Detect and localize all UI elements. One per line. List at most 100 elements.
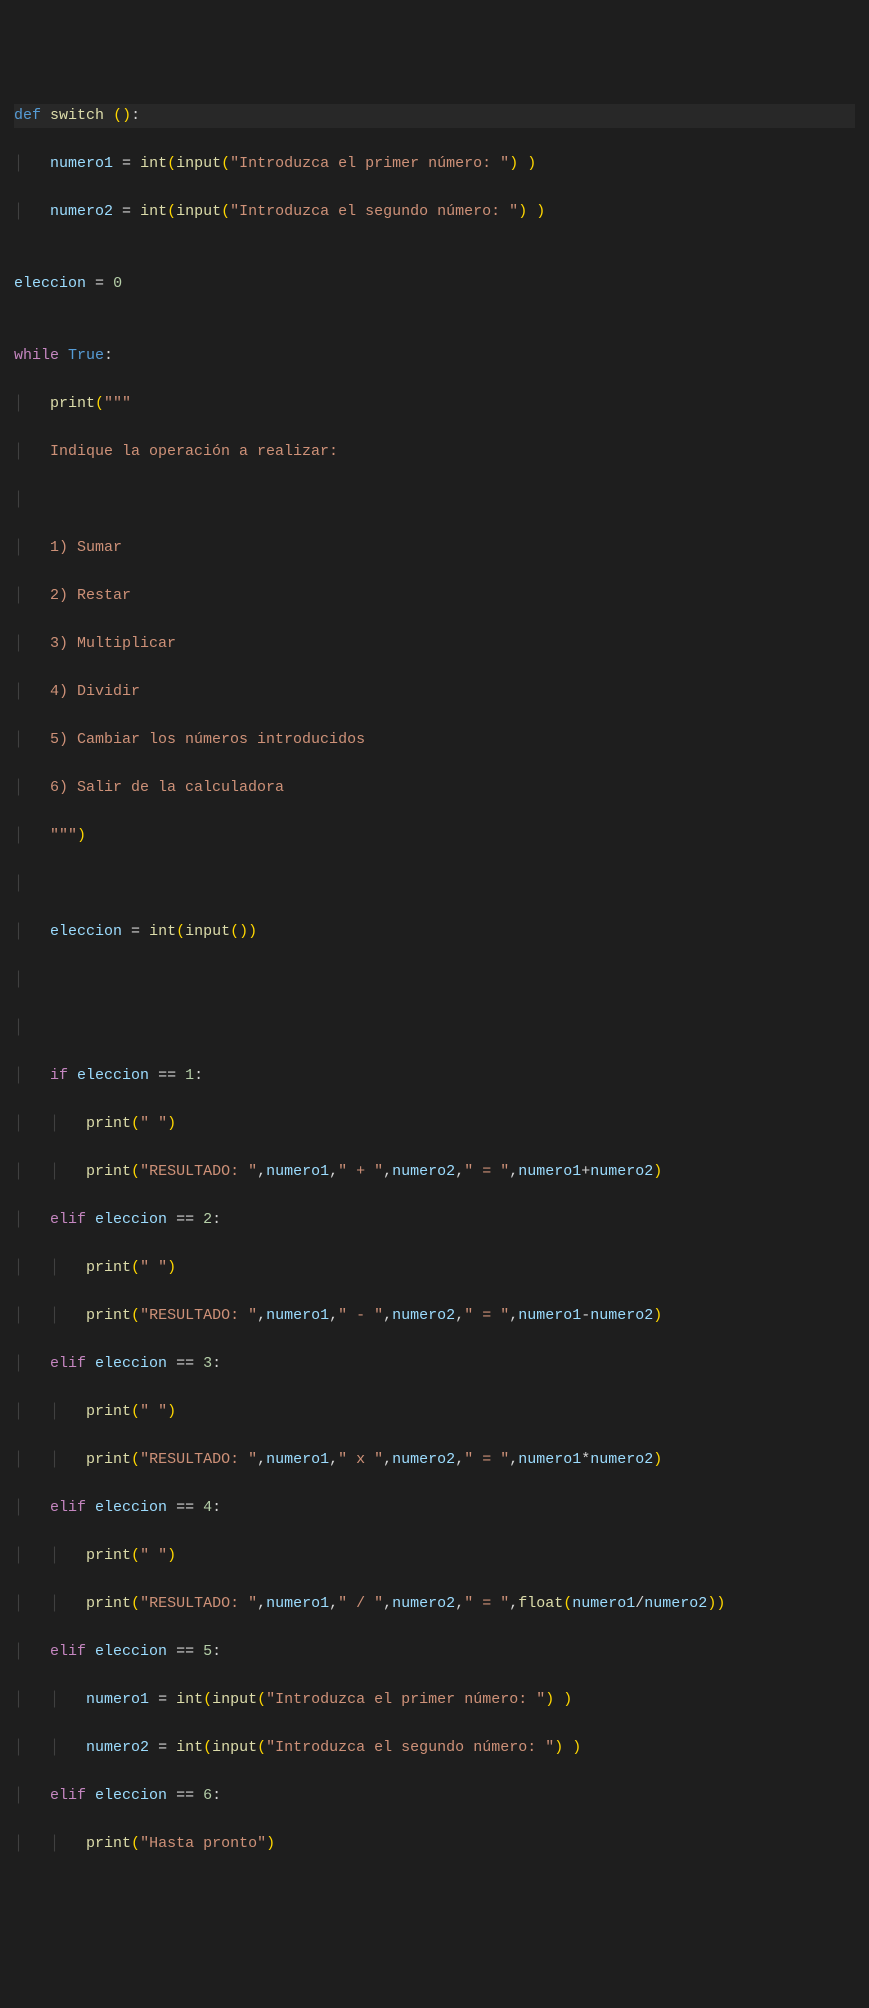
token-var: numero1 (518, 1163, 581, 1180)
token-str: " x " (338, 1451, 383, 1468)
code-line[interactable]: │ eleccion = int(input()) (14, 920, 855, 944)
code-line[interactable]: │ │ print(" ") (14, 1544, 855, 1568)
token-str: " / " (338, 1595, 383, 1612)
token-paren: ) (536, 203, 545, 220)
token-const: True (68, 347, 104, 364)
code-line[interactable]: │ 1) Sumar (14, 536, 855, 560)
token-var: eleccion (95, 1499, 167, 1516)
token-paren: ) (716, 1595, 725, 1612)
token-fn: int (176, 1739, 203, 1756)
token-str: 2) Restar (50, 587, 131, 604)
code-line[interactable]: │ (14, 968, 855, 992)
token-var: numero2 (644, 1595, 707, 1612)
code-line[interactable]: │ │ numero2 = int(input("Introduzca el s… (14, 1736, 855, 1760)
token-paren: ) (707, 1595, 716, 1612)
code-line[interactable]: │ Indique la operación a realizar: (14, 440, 855, 464)
code-line[interactable]: │ (14, 1016, 855, 1040)
token-op: == (176, 1787, 194, 1804)
code-line[interactable]: │ elif eleccion == 4: (14, 1496, 855, 1520)
token-str: Indique la operación a realizar: (50, 443, 338, 460)
token-paren: ) (167, 1115, 176, 1132)
token-paren: ( (131, 1403, 140, 1420)
code-line[interactable]: while True: (14, 344, 855, 368)
code-line[interactable]: │ 3) Multiplicar (14, 632, 855, 656)
token-str: "Introduzca el segundo número: " (266, 1739, 554, 1756)
code-line[interactable]: │ elif eleccion == 5: (14, 1640, 855, 1664)
token-num: 5 (203, 1643, 212, 1660)
token-op: == (176, 1355, 194, 1372)
token-str: " " (140, 1403, 167, 1420)
token-paren: ) (77, 827, 86, 844)
token-paren: ( (563, 1595, 572, 1612)
token-op: = (158, 1739, 167, 1756)
token-str: " " (140, 1259, 167, 1276)
token-str: "Introduzca el segundo número: " (230, 203, 518, 220)
code-line[interactable]: │ │ print(" ") (14, 1400, 855, 1424)
code-line[interactable]: │ """) (14, 824, 855, 848)
code-line[interactable]: │ │ print("RESULTADO: ",numero1," + ",nu… (14, 1160, 855, 1184)
token-var: eleccion (95, 1643, 167, 1660)
token-var: eleccion (50, 923, 122, 940)
token-op: == (158, 1067, 176, 1084)
code-line[interactable]: │ (14, 488, 855, 512)
code-line[interactable]: │ │ print(" ") (14, 1112, 855, 1136)
code-line[interactable]: │ │ print("RESULTADO: ",numero1," / ",nu… (14, 1592, 855, 1616)
code-line[interactable]: │ 4) Dividir (14, 680, 855, 704)
token-str: "Hasta pronto" (140, 1835, 266, 1852)
token-fn: input (212, 1691, 257, 1708)
code-line[interactable]: │ 5) Cambiar los números introducidos (14, 728, 855, 752)
code-line[interactable]: │ 2) Restar (14, 584, 855, 608)
token-num: 1 (185, 1067, 194, 1084)
token-kw-flow: elif (50, 1787, 86, 1804)
token-paren: ( (221, 203, 230, 220)
token-var: numero1 (266, 1307, 329, 1324)
token-var: numero1 (50, 155, 113, 172)
token-fn: print (86, 1307, 131, 1324)
token-paren: ( (95, 395, 104, 412)
token-var: eleccion (95, 1211, 167, 1228)
token-op: == (176, 1643, 194, 1660)
token-fn: input (176, 203, 221, 220)
code-line[interactable]: eleccion = 0 (14, 272, 855, 296)
token-paren: ( (257, 1691, 266, 1708)
token-num: 0 (113, 275, 122, 292)
code-line[interactable]: │ │ print("RESULTADO: ",numero1," x ",nu… (14, 1448, 855, 1472)
token-fn: float (518, 1595, 563, 1612)
code-line[interactable]: │ elif eleccion == 3: (14, 1352, 855, 1376)
code-line[interactable]: │ if eleccion == 1: (14, 1064, 855, 1088)
code-line[interactable]: │ print(""" (14, 392, 855, 416)
token-var: numero1 (518, 1451, 581, 1468)
code-line[interactable]: │ numero2 = int(input("Introduzca el seg… (14, 200, 855, 224)
token-str: "RESULTADO: " (140, 1163, 257, 1180)
token-paren: ) (653, 1163, 662, 1180)
token-paren: ( (131, 1595, 140, 1612)
token-paren: ) (266, 1835, 275, 1852)
token-kw-flow: while (14, 347, 59, 364)
token-kw-flow: elif (50, 1355, 86, 1372)
token-fn: print (86, 1115, 131, 1132)
code-line[interactable]: def switch (): (14, 104, 855, 128)
token-op: : (212, 1211, 221, 1228)
token-paren: ( (257, 1739, 266, 1756)
token-str: "RESULTADO: " (140, 1307, 257, 1324)
code-line[interactable]: │ (14, 872, 855, 896)
token-paren: ( (203, 1739, 212, 1756)
code-line[interactable]: │ 6) Salir de la calculadora (14, 776, 855, 800)
token-op: , (257, 1451, 266, 1468)
token-var: eleccion (95, 1787, 167, 1804)
token-paren: ( (131, 1163, 140, 1180)
token-op: == (176, 1499, 194, 1516)
token-op: , (455, 1451, 464, 1468)
code-line[interactable]: │ │ print(" ") (14, 1256, 855, 1280)
code-line[interactable]: │ │ print("RESULTADO: ",numero1," - ",nu… (14, 1304, 855, 1328)
code-line[interactable]: │ elif eleccion == 6: (14, 1784, 855, 1808)
code-line[interactable]: │ numero1 = int(input("Introduzca el pri… (14, 152, 855, 176)
code-editor[interactable]: def switch (): │ numero1 = int(input("In… (14, 104, 855, 1880)
token-paren: ) (167, 1403, 176, 1420)
token-num: 4 (203, 1499, 212, 1516)
token-op: , (509, 1451, 518, 1468)
token-str: " " (140, 1115, 167, 1132)
code-line[interactable]: │ │ print("Hasta pronto") (14, 1832, 855, 1856)
code-line[interactable]: │ │ numero1 = int(input("Introduzca el p… (14, 1688, 855, 1712)
code-line[interactable]: │ elif eleccion == 2: (14, 1208, 855, 1232)
